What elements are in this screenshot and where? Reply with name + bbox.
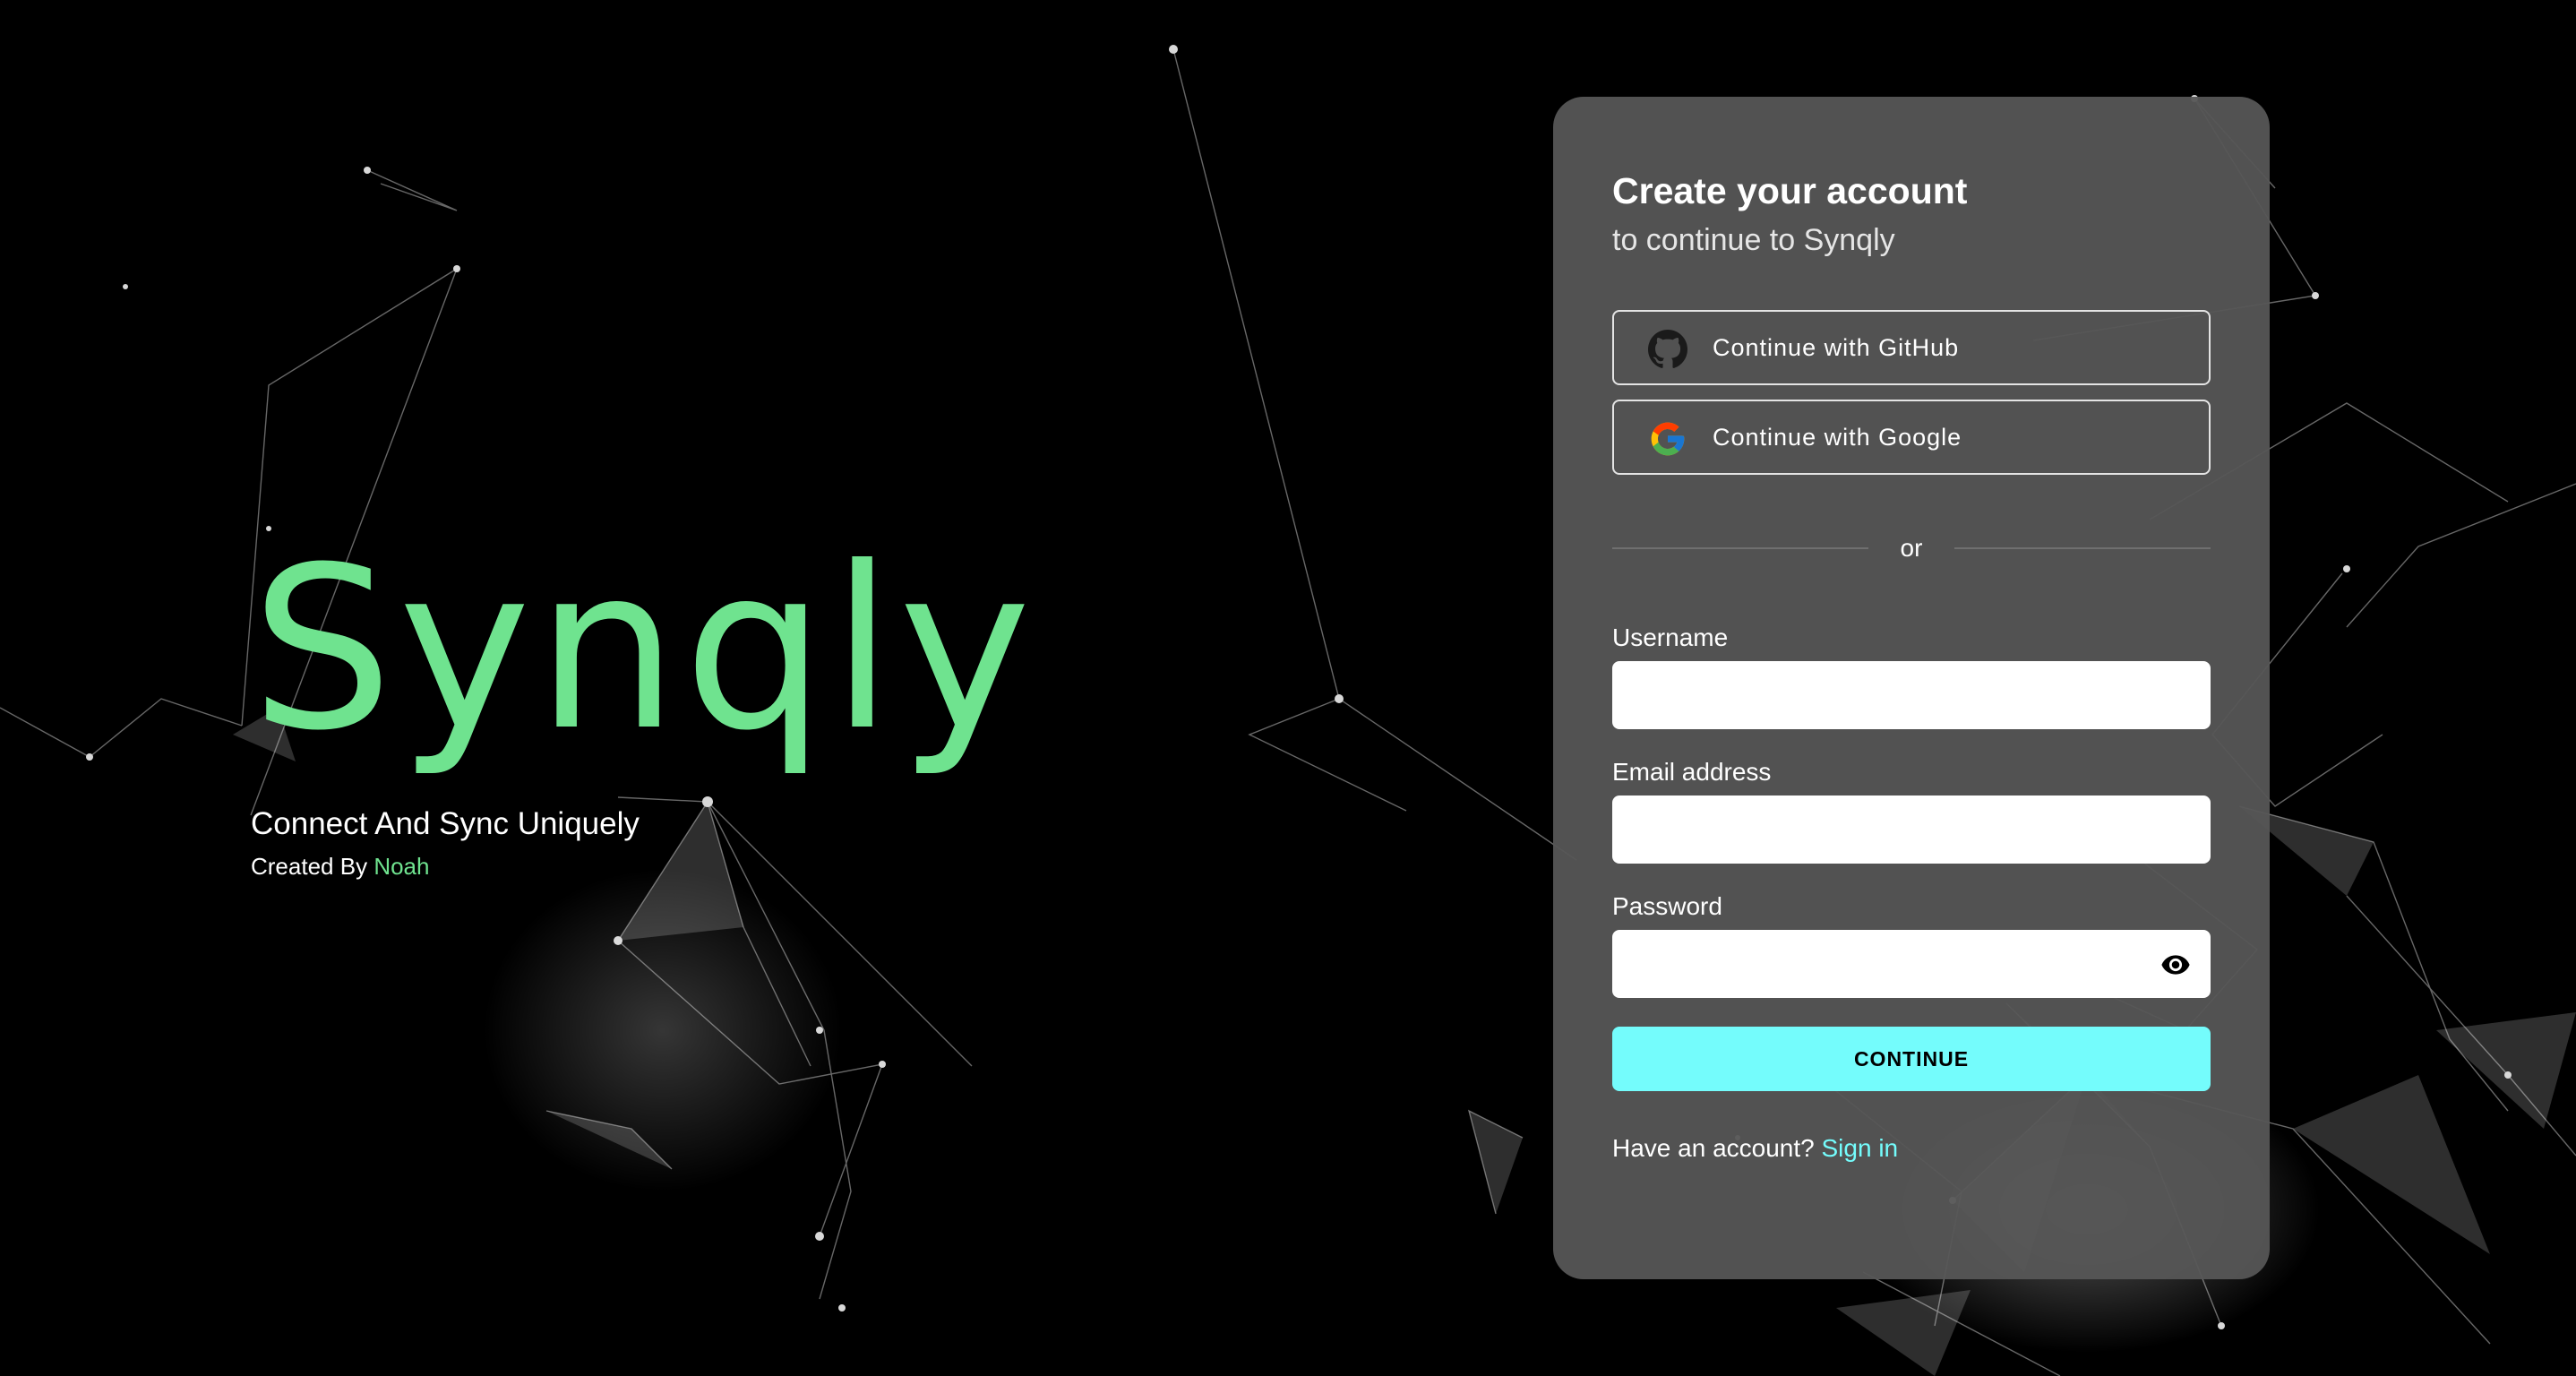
password-input-wrap: [1612, 930, 2211, 998]
password-field-group: Password: [1612, 892, 2211, 998]
brand-credit: Created By Noah: [251, 853, 1057, 881]
google-button-label: Continue with Google: [1713, 423, 1962, 451]
brand-logo: Synqly: [251, 519, 1037, 779]
brand-tagline: Connect And Sync Uniquely: [251, 806, 640, 841]
email-label: Email address: [1612, 758, 1772, 786]
credit-prefix: Created By: [251, 853, 368, 880]
card-title: Create your account: [1612, 170, 1968, 211]
continue-button[interactable]: CONTINUE: [1612, 1027, 2211, 1091]
username-input[interactable]: [1612, 661, 2211, 729]
oauth-buttons: Continue with GitHub Continue with Googl…: [1612, 310, 2211, 475]
signin-prompt-text: Have an account?: [1612, 1134, 1815, 1162]
password-input[interactable]: [1612, 930, 2211, 998]
eye-icon[interactable]: [2160, 950, 2191, 980]
signup-card: Create your account to continue to Synql…: [1553, 97, 2270, 1279]
google-icon: [1651, 422, 1685, 456]
divider-line-right: [1954, 547, 2211, 549]
credit-author: Noah: [374, 853, 430, 880]
email-input[interactable]: [1612, 796, 2211, 864]
google-button[interactable]: Continue with Google: [1612, 400, 2211, 475]
username-field-group: Username: [1612, 624, 2211, 729]
signin-link[interactable]: Sign in: [1822, 1134, 1899, 1162]
page: Synqly Connect And Sync Uniquely Created…: [0, 0, 2576, 1376]
email-field-group: Email address: [1612, 758, 2211, 864]
github-icon: [1648, 330, 1687, 368]
password-label: Password: [1612, 892, 1722, 920]
username-label: Username: [1612, 624, 1729, 651]
or-divider: or: [1612, 530, 2211, 566]
signin-prompt: Have an account? Sign in: [1612, 1134, 2211, 1163]
card-subtitle: to continue to Synqly: [1612, 223, 1895, 257]
github-button-label: Continue with GitHub: [1713, 333, 1960, 361]
github-button[interactable]: Continue with GitHub: [1612, 310, 2211, 385]
brand-block: Synqly Connect And Sync Uniquely Created…: [251, 538, 1057, 881]
